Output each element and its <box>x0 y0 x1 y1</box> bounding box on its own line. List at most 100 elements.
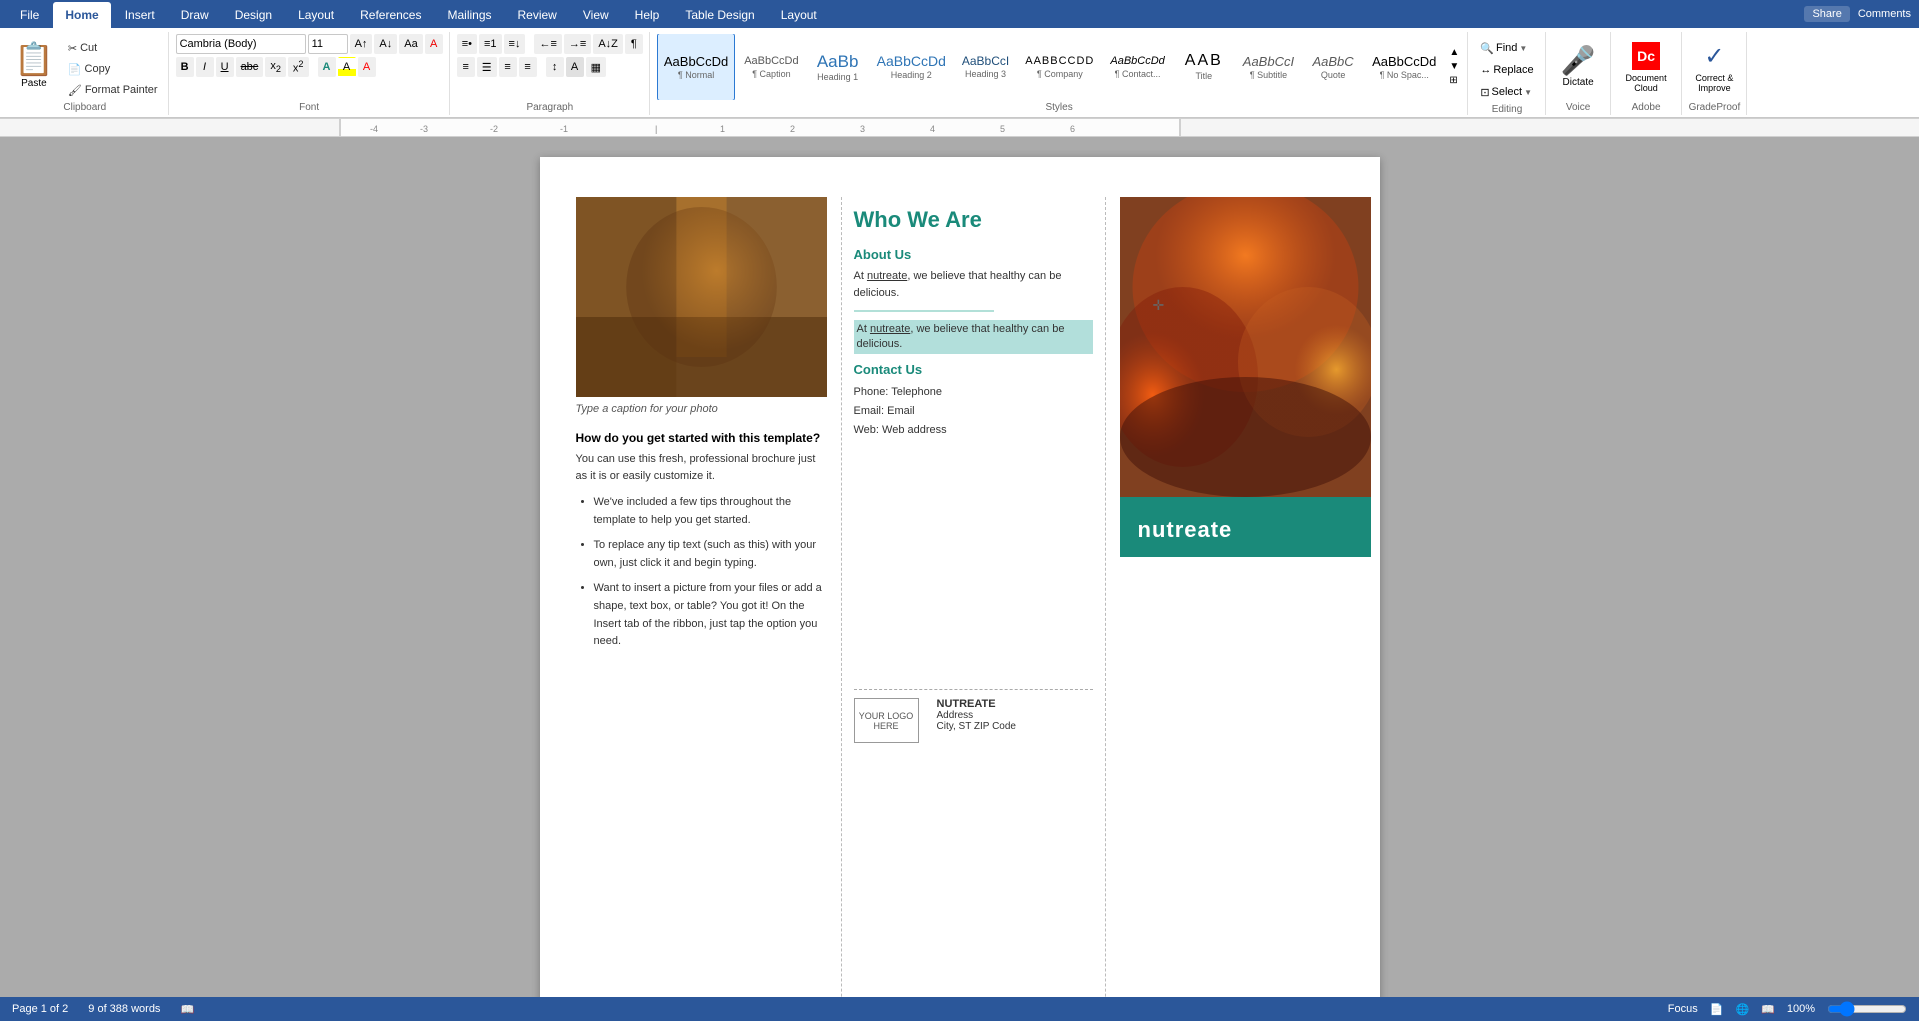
page: ✛ <box>540 157 1380 998</box>
how-body: You can use this fresh, professional bro… <box>576 451 827 484</box>
select-button[interactable]: ⊡ Select ▼ <box>1475 82 1537 102</box>
svg-text:4: 4 <box>930 124 935 134</box>
find-button[interactable]: 🔍 Find ▼ <box>1475 38 1532 58</box>
tab-insert[interactable]: Insert <box>113 2 167 28</box>
dictate-button[interactable]: 🎤 Dictate <box>1553 34 1604 100</box>
highlight-button[interactable]: A <box>338 57 356 77</box>
left-column: Type a caption for your photo How do you… <box>576 197 841 998</box>
address-line2: City, ST ZIP Code <box>937 721 1016 732</box>
share-button[interactable]: Share <box>1804 6 1849 22</box>
copy-label: Copy <box>85 63 111 75</box>
svg-text:1: 1 <box>720 124 725 134</box>
bullets-button[interactable]: ≡• <box>457 34 477 54</box>
strikethrough-button[interactable]: abc <box>236 57 264 77</box>
text-effects-button[interactable]: A <box>318 57 336 77</box>
tab-file[interactable]: File <box>8 2 51 28</box>
clipboard-label: Clipboard <box>63 100 106 113</box>
format-painter-label: Format Painter <box>85 84 158 96</box>
increase-font-button[interactable]: A↑ <box>350 34 373 54</box>
tab-layout[interactable]: Layout <box>286 2 346 28</box>
font-format-row: B I U abc x2 x2 A A A <box>176 57 443 77</box>
adobe-label: Adobe <box>1632 100 1661 113</box>
format-painter-button[interactable]: 🖌 Format Painter <box>64 80 162 100</box>
shading-button[interactable]: A <box>566 57 584 77</box>
focus-button[interactable]: Focus <box>1668 1003 1698 1015</box>
style-title[interactable]: AAB Title <box>1174 34 1234 100</box>
clear-format-button[interactable]: A <box>425 34 443 54</box>
proofing-icon[interactable]: 📖 <box>180 1003 194 1016</box>
tab-design[interactable]: Design <box>223 2 284 28</box>
style-caption-preview: AaBbCcDd <box>744 56 798 67</box>
style-heading1-label: Heading 1 <box>817 72 858 82</box>
copy-button[interactable]: 📄 Copy <box>64 59 162 79</box>
microphone-icon: 🎤 <box>1561 47 1596 75</box>
view-web-icon[interactable]: 🌐 <box>1735 1003 1749 1016</box>
style-title-label: Title <box>1195 71 1212 81</box>
paragraph-group: ≡• ≡1 ≡↓ ←≡ →≡ A↓Z ¶ ≡ ☰ ≡ ≡ <box>451 32 650 115</box>
correct-improve-button[interactable]: ✓ Correct &Improve <box>1689 34 1739 100</box>
align-left-button[interactable]: ≡ <box>457 57 475 77</box>
align-right-button[interactable]: ≡ <box>499 57 517 77</box>
style-nospace[interactable]: AaBbCcDd ¶ No Spac... <box>1365 34 1443 100</box>
table-move-handle[interactable]: ✛ <box>1153 297 1165 314</box>
show-marks-button[interactable]: ¶ <box>625 34 643 54</box>
tab-review[interactable]: Review <box>506 2 569 28</box>
sort-button[interactable]: A↓Z <box>593 34 623 54</box>
about-body: At nutreate, we believe that healthy can… <box>854 268 1093 318</box>
tab-table-design[interactable]: Table Design <box>673 2 766 28</box>
gradeproof-label: GradeProof <box>1689 100 1741 113</box>
change-case-button[interactable]: Aa <box>399 34 422 54</box>
style-heading2[interactable]: AaBbCcDd Heading 2 <box>870 34 953 100</box>
justify-button[interactable]: ≡ <box>519 57 537 77</box>
editing-label: Editing <box>1492 102 1523 115</box>
underline-button[interactable]: U <box>216 57 234 77</box>
style-quote-preview: AaBbC <box>1312 55 1353 68</box>
decrease-indent-button[interactable]: ←≡ <box>534 34 561 54</box>
tab-layout2[interactable]: Layout <box>769 2 829 28</box>
tab-view[interactable]: View <box>571 2 621 28</box>
subscript-button[interactable]: x2 <box>265 57 286 77</box>
superscript-button[interactable]: x2 <box>288 57 309 77</box>
voice-label: Voice <box>1566 100 1590 113</box>
comments-button[interactable]: Comments <box>1858 8 1911 20</box>
view-print-icon[interactable]: 📄 <box>1710 1003 1724 1016</box>
replace-button[interactable]: ↔ Replace <box>1475 60 1538 80</box>
align-center-button[interactable]: ☰ <box>477 57 497 77</box>
email-item: Email: Email <box>854 402 1093 421</box>
style-heading1[interactable]: AaBb Heading 1 <box>808 34 868 100</box>
line-spacing-button[interactable]: ↕ <box>546 57 564 77</box>
cut-button[interactable]: ✂ Cut <box>64 38 162 58</box>
styles-scroll[interactable]: ▲ ▼ ⊞ <box>1447 45 1461 89</box>
style-quote-label: Quote <box>1321 70 1346 80</box>
style-company[interactable]: AABBCCDD ¶ Company <box>1018 34 1101 100</box>
zoom-slider[interactable] <box>1827 1001 1907 1017</box>
tab-references[interactable]: References <box>348 2 433 28</box>
tab-help[interactable]: Help <box>623 2 672 28</box>
decrease-font-button[interactable]: A↓ <box>374 34 397 54</box>
style-subtitle[interactable]: AaBbCcI ¶ Subtitle <box>1236 34 1301 100</box>
font-name-input[interactable] <box>176 34 306 54</box>
paste-button[interactable]: 📋 Paste <box>8 34 60 94</box>
borders-button[interactable]: ▦ <box>586 57 606 77</box>
numbering-button[interactable]: ≡1 <box>479 34 502 54</box>
style-quote[interactable]: AaBbC Quote <box>1303 34 1363 100</box>
style-contact[interactable]: AaBbCcDd ¶ Contact... <box>1103 34 1171 100</box>
address-box: NUTREATE Address City, ST ZIP Code <box>927 698 1016 732</box>
document-cloud-button[interactable]: Dc DocumentCloud <box>1618 34 1675 100</box>
font-size-input[interactable] <box>308 34 348 54</box>
bold-button[interactable]: B <box>176 57 194 77</box>
bullet-list: We've included a few tips throughout the… <box>576 494 827 651</box>
increase-indent-button[interactable]: →≡ <box>564 34 591 54</box>
style-heading3[interactable]: AaBbCcI Heading 3 <box>955 34 1016 100</box>
italic-button[interactable]: I <box>196 57 214 77</box>
photo-caption: Type a caption for your photo <box>576 403 827 415</box>
multilevel-list-button[interactable]: ≡↓ <box>504 34 526 54</box>
logo-placeholder: YOUR LOGO HERE <box>854 698 919 743</box>
style-normal[interactable]: AaBbCcDd ¶ Normal <box>657 34 735 100</box>
font-color-button[interactable]: A <box>358 57 376 77</box>
tab-home[interactable]: Home <box>53 2 110 28</box>
tab-mailings[interactable]: Mailings <box>435 2 503 28</box>
tab-draw[interactable]: Draw <box>169 2 221 28</box>
style-caption[interactable]: AaBbCcDd ¶ Caption <box>737 34 805 100</box>
view-read-icon[interactable]: 📖 <box>1761 1003 1775 1016</box>
